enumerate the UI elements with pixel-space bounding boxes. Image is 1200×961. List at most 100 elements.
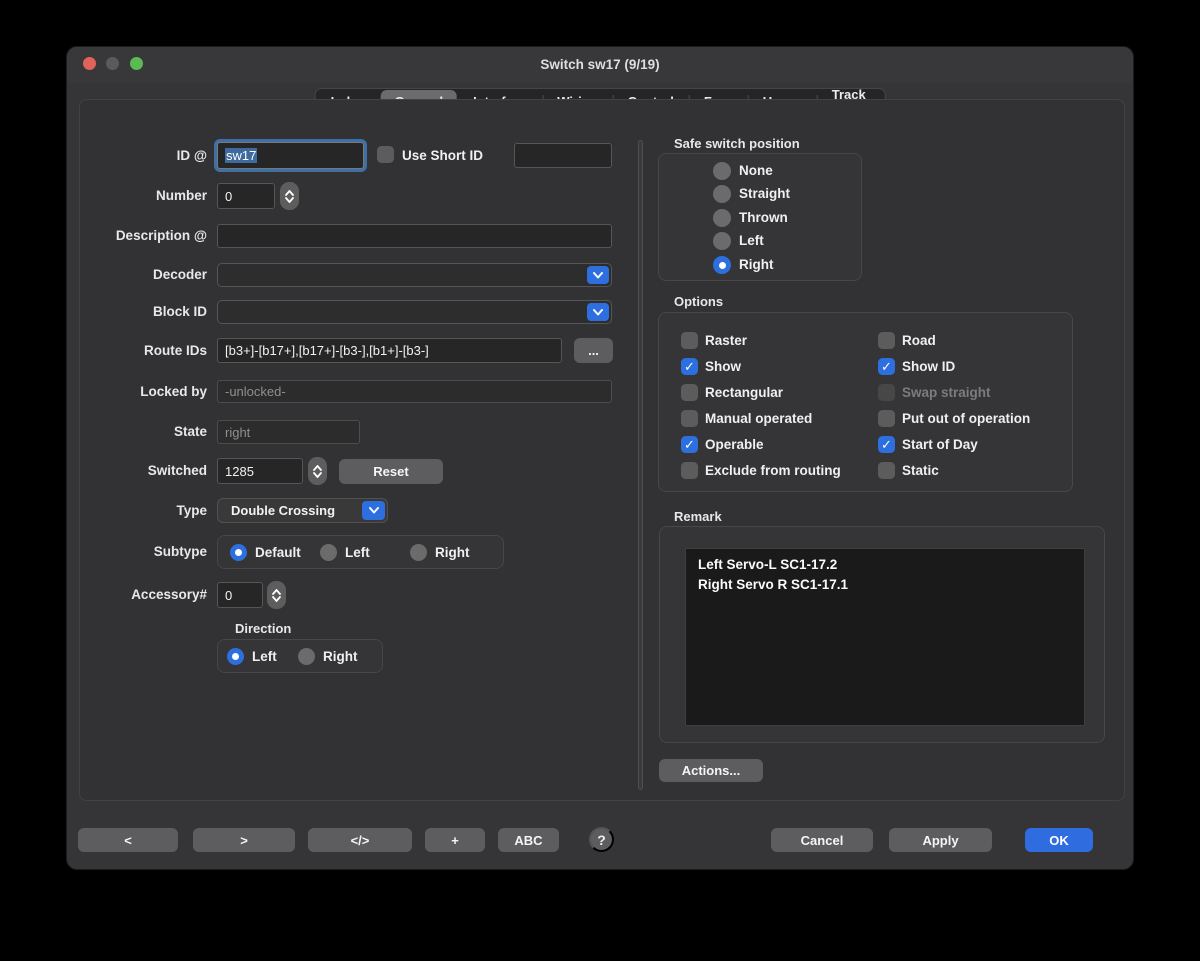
chevron-down-icon (593, 272, 603, 279)
subtype-left-label: Left (345, 544, 370, 562)
description-input[interactable] (217, 224, 612, 248)
block-id-dropdown-button[interactable] (587, 303, 609, 321)
subtype-left-radio[interactable] (320, 544, 337, 561)
route-ids-label: Route IDs (80, 338, 207, 363)
short-id-input[interactable] (514, 143, 612, 168)
pane-splitter[interactable] (638, 140, 643, 790)
direction-left-radio[interactable] (227, 648, 244, 665)
remark-group: Left Servo-L SC1-17.2 Right Servo R SC1-… (659, 526, 1105, 743)
put-out-of-operation-label: Put out of operation (902, 410, 1030, 427)
check-icon: ✓ (881, 359, 892, 375)
safe-right-label: Right (739, 256, 774, 274)
type-select[interactable]: Double Crossing (217, 498, 388, 523)
cancel-button[interactable]: Cancel (771, 828, 873, 852)
subtype-default-label: Default (255, 544, 301, 562)
safe-right-radio[interactable] (713, 256, 731, 274)
chevron-down-icon (593, 309, 603, 316)
description-label: Description @ (80, 224, 207, 248)
chevron-up-icon (285, 190, 294, 196)
next-item-button[interactable]: > (193, 828, 295, 852)
chevron-down-icon (285, 197, 294, 203)
direction-group: Left Right (217, 639, 383, 673)
swap-straight-label: Swap straight (902, 384, 991, 401)
rectangular-checkbox[interactable] (681, 384, 698, 401)
direction-right-radio[interactable] (298, 648, 315, 665)
put-out-of-operation-checkbox[interactable] (878, 410, 895, 427)
start-of-day-checkbox[interactable]: ✓ (878, 436, 895, 453)
use-short-id-checkbox[interactable] (377, 146, 394, 163)
window-title: Switch sw17 (9/19) (67, 47, 1133, 83)
show-id-checkbox[interactable]: ✓ (878, 358, 895, 375)
remark-label: Remark (674, 509, 722, 524)
road-checkbox[interactable] (878, 332, 895, 349)
subtype-right-radio[interactable] (410, 544, 427, 561)
chevron-down-icon (369, 507, 379, 514)
block-id-label: Block ID (80, 300, 207, 324)
operable-checkbox[interactable]: ✓ (681, 436, 698, 453)
rectangular-label: Rectangular (705, 384, 783, 401)
number-stepper[interactable] (280, 182, 299, 210)
type-label: Type (80, 498, 207, 523)
abc-button[interactable]: ABC (498, 828, 559, 852)
subtype-group: Default Left Right (217, 535, 504, 569)
add-button[interactable]: + (425, 828, 485, 852)
exclude-from-routing-label: Exclude from routing (705, 462, 841, 479)
remark-textarea[interactable]: Left Servo-L SC1-17.2 Right Servo R SC1-… (685, 548, 1085, 726)
title-bar[interactable]: Switch sw17 (9/19) (67, 47, 1133, 83)
help-button[interactable]: ? (589, 827, 614, 852)
direction-right-label: Right (323, 648, 358, 666)
apply-button[interactable]: Apply (889, 828, 992, 852)
route-ids-browse-button[interactable]: ... (574, 338, 613, 363)
safe-straight-radio[interactable] (713, 185, 731, 203)
operable-label: Operable (705, 436, 764, 453)
accessory-stepper[interactable] (267, 581, 286, 609)
number-input[interactable]: 0 (217, 183, 275, 209)
chevron-up-icon (313, 465, 322, 471)
ok-button[interactable]: OK (1025, 828, 1093, 852)
state-label: State (80, 420, 207, 444)
exclude-from-routing-checkbox[interactable] (681, 462, 698, 479)
chevron-up-icon (272, 589, 281, 595)
reset-button[interactable]: Reset (339, 459, 443, 484)
safe-left-label: Left (739, 232, 764, 250)
manual-operated-checkbox[interactable] (681, 410, 698, 427)
dialog-window: Switch sw17 (9/19) Index General Interfa… (66, 46, 1134, 870)
id-input[interactable]: sw17 (217, 142, 364, 169)
route-ids-input[interactable]: [b3+]-[b17+],[b17+]-[b3-],[b1+]-[b3-] (217, 338, 562, 363)
decoder-dropdown-button[interactable] (587, 266, 609, 284)
road-label: Road (902, 332, 936, 349)
decoder-select[interactable] (217, 263, 612, 287)
direction-label: Direction (235, 621, 291, 636)
show-checkbox[interactable]: ✓ (681, 358, 698, 375)
switched-input[interactable]: 1285 (217, 458, 303, 484)
safe-thrown-radio[interactable] (713, 209, 731, 227)
accessory-input[interactable]: 0 (217, 582, 263, 608)
static-label: Static (902, 462, 939, 479)
general-tab-page: ID @ sw17 Use Short ID Number 0 Descript… (79, 99, 1125, 801)
number-label: Number (80, 183, 207, 209)
previous-item-button[interactable]: < (78, 828, 178, 852)
xml-button[interactable]: </> (308, 828, 412, 852)
id-value: sw17 (225, 148, 257, 163)
raster-checkbox[interactable] (681, 332, 698, 349)
show-id-label: Show ID (902, 358, 955, 375)
safe-left-radio[interactable] (713, 232, 731, 250)
subtype-right-label: Right (435, 544, 470, 562)
use-short-id-label: Use Short ID (402, 147, 483, 164)
safe-none-radio[interactable] (713, 162, 731, 180)
id-label: ID @ (80, 142, 207, 169)
type-value: Double Crossing (231, 503, 335, 518)
manual-operated-label: Manual operated (705, 410, 812, 427)
direction-left-label: Left (252, 648, 277, 666)
block-id-select[interactable] (217, 300, 612, 324)
raster-label: Raster (705, 332, 747, 349)
chevron-down-icon (272, 596, 281, 602)
actions-button[interactable]: Actions... (659, 759, 763, 782)
type-dropdown-button[interactable] (362, 501, 385, 520)
switched-stepper[interactable] (308, 457, 327, 485)
safe-none-label: None (739, 162, 773, 180)
safe-straight-label: Straight (739, 185, 790, 203)
static-checkbox[interactable] (878, 462, 895, 479)
subtype-default-radio[interactable] (230, 544, 247, 561)
options-group: Raster ✓ Show Rectangular Manual operate… (658, 312, 1073, 492)
